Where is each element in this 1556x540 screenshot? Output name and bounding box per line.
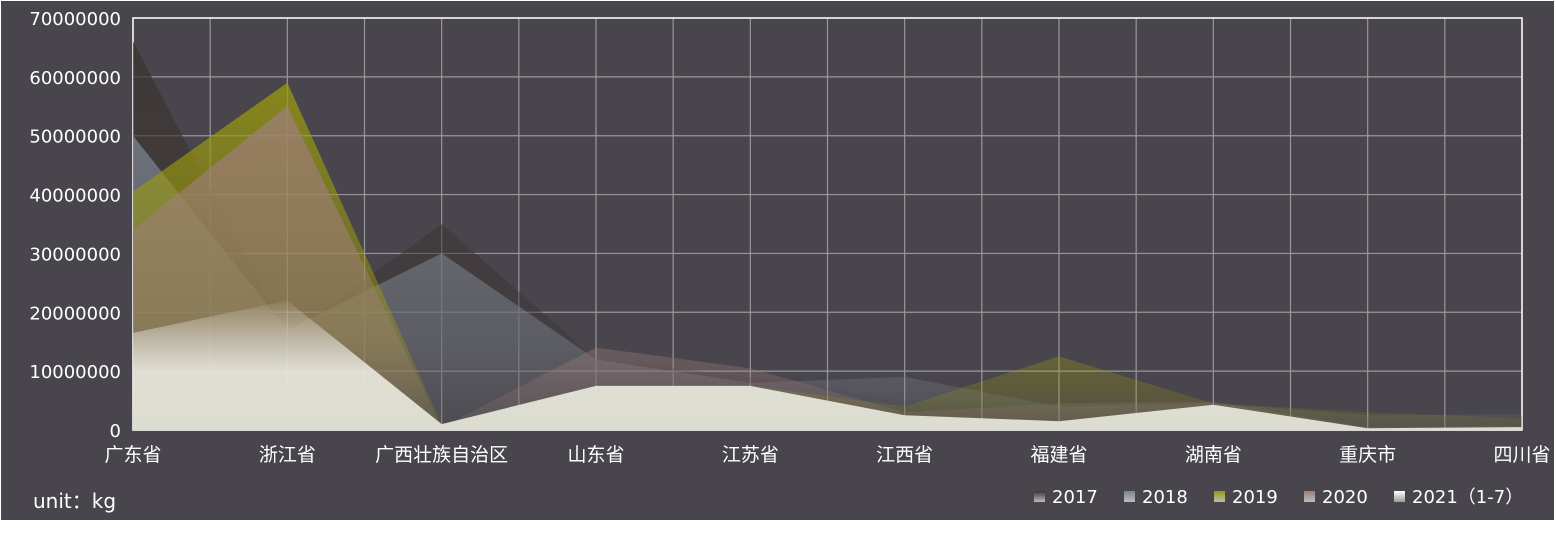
x-tick-label: 广西壮族自治区: [375, 444, 508, 466]
y-tick-label: 50000000: [29, 127, 121, 148]
x-tick-label: 江西省: [876, 444, 933, 466]
legend-label: 2021（1-7）: [1412, 487, 1523, 508]
legend-swatch-2021（1-7）: [1394, 491, 1405, 502]
x-tick-label: 重庆市: [1339, 444, 1396, 466]
x-tick-label: 湖南省: [1185, 444, 1242, 466]
y-tick-label: 20000000: [29, 303, 121, 324]
x-tick-label: 江苏省: [722, 444, 779, 466]
legend-swatch-2019: [1214, 491, 1225, 502]
y-tick-label: 60000000: [29, 68, 121, 89]
x-tick-label: 浙江省: [259, 444, 316, 466]
y-tick-label: 30000000: [29, 244, 121, 265]
chart-svg: 0 10000000 20000000 30000000 40000000 5000000…: [1, 1, 1554, 520]
y-tick-label: 70000000: [29, 9, 121, 30]
x-tick-label: 福建省: [1030, 444, 1087, 466]
legend-swatch-2018: [1124, 491, 1135, 502]
y-tick-label: 0: [110, 421, 121, 442]
legend-swatch-2020: [1304, 491, 1315, 502]
x-tick-label: 四川省: [1493, 444, 1550, 466]
legend-swatch-2017: [1034, 491, 1045, 502]
legend-label: 2018: [1142, 487, 1188, 508]
y-tick-label: 40000000: [29, 186, 121, 207]
y-tick-label: 10000000: [29, 362, 121, 383]
unit-label: unit：kg: [33, 489, 116, 513]
legend-label: 2017: [1052, 487, 1098, 508]
x-tick-label: 广东省: [104, 444, 161, 466]
chart: 0 10000000 20000000 30000000 40000000 5000000…: [0, 0, 1556, 536]
legend-label: 2019: [1232, 487, 1278, 508]
legend-label: 2020: [1322, 487, 1368, 508]
x-tick-label: 山东省: [567, 444, 624, 466]
